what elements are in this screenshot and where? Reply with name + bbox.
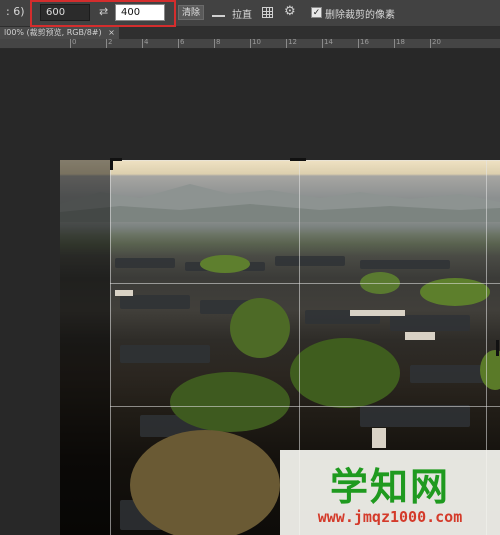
crop-grid-line: [110, 406, 500, 407]
document-tab-bar: l00% (裁剪预览, RGB/8#) ×: [0, 27, 500, 39]
crop-handle-top-left[interactable]: [110, 158, 113, 170]
watermark-title: 学知网: [329, 465, 450, 509]
grid-overlay-icon[interactable]: [262, 7, 273, 18]
ruler-tick: [430, 39, 431, 48]
ruler-tick: [394, 39, 395, 48]
horizontal-ruler: 0 2 4 6 8 10 12 14 16 18 20: [0, 39, 500, 49]
crop-handle-top[interactable]: [290, 158, 306, 161]
straighten-label[interactable]: 拉直: [232, 6, 252, 21]
watermark-url: www.jmqz1000.com: [317, 508, 463, 526]
watermark: 学知网 www.jmqz1000.com: [280, 450, 500, 535]
highlight-box: [30, 0, 176, 27]
delete-cropped-label[interactable]: 删除裁剪的像素: [325, 6, 395, 21]
ruler-label: 4: [144, 39, 149, 46]
ruler-tick: [286, 39, 287, 48]
ruler-label: 8: [216, 39, 221, 46]
ruler-label: 12: [288, 39, 297, 46]
ruler-tick: [214, 39, 215, 48]
ruler-label: 0: [72, 39, 77, 46]
crop-border-left[interactable]: [110, 160, 111, 535]
gear-icon[interactable]: ⚙: [284, 4, 296, 19]
clear-button[interactable]: 清除: [178, 5, 204, 20]
crop-grid-line: [110, 283, 500, 284]
ruler-label: 20: [432, 39, 441, 46]
close-icon[interactable]: ×: [108, 28, 115, 37]
ruler-tick: [70, 39, 71, 48]
ruler-tick: [250, 39, 251, 48]
ruler-label: 10: [252, 39, 261, 46]
ruler-tick: [106, 39, 107, 48]
ruler-label: 16: [360, 39, 369, 46]
document-tab[interactable]: l00% (裁剪预览, RGB/8#) ×: [0, 27, 119, 39]
ruler-tick: [178, 39, 179, 48]
document-tab-title: l00% (裁剪预览, RGB/8#): [4, 28, 102, 37]
ruler-label: 2: [108, 39, 113, 46]
ruler-tick: [322, 39, 323, 48]
crop-options-bar: : 6) 600 ⇄ 400 清除 拉直 ⚙ ✓ 删除裁剪的像素: [0, 0, 500, 27]
ruler-tick: [142, 39, 143, 48]
ruler-label: 6: [180, 39, 185, 46]
ruler-tick: [358, 39, 359, 48]
straighten-icon[interactable]: [212, 9, 225, 17]
crop-handle-right[interactable]: [496, 340, 499, 356]
delete-cropped-checkbox[interactable]: ✓: [311, 7, 322, 18]
ruler-label: 18: [396, 39, 405, 46]
ruler-label: 14: [324, 39, 333, 46]
cropped-area-shade: [60, 160, 110, 535]
mountain-range: [60, 184, 500, 222]
ratio-label[interactable]: : 6): [6, 5, 25, 18]
